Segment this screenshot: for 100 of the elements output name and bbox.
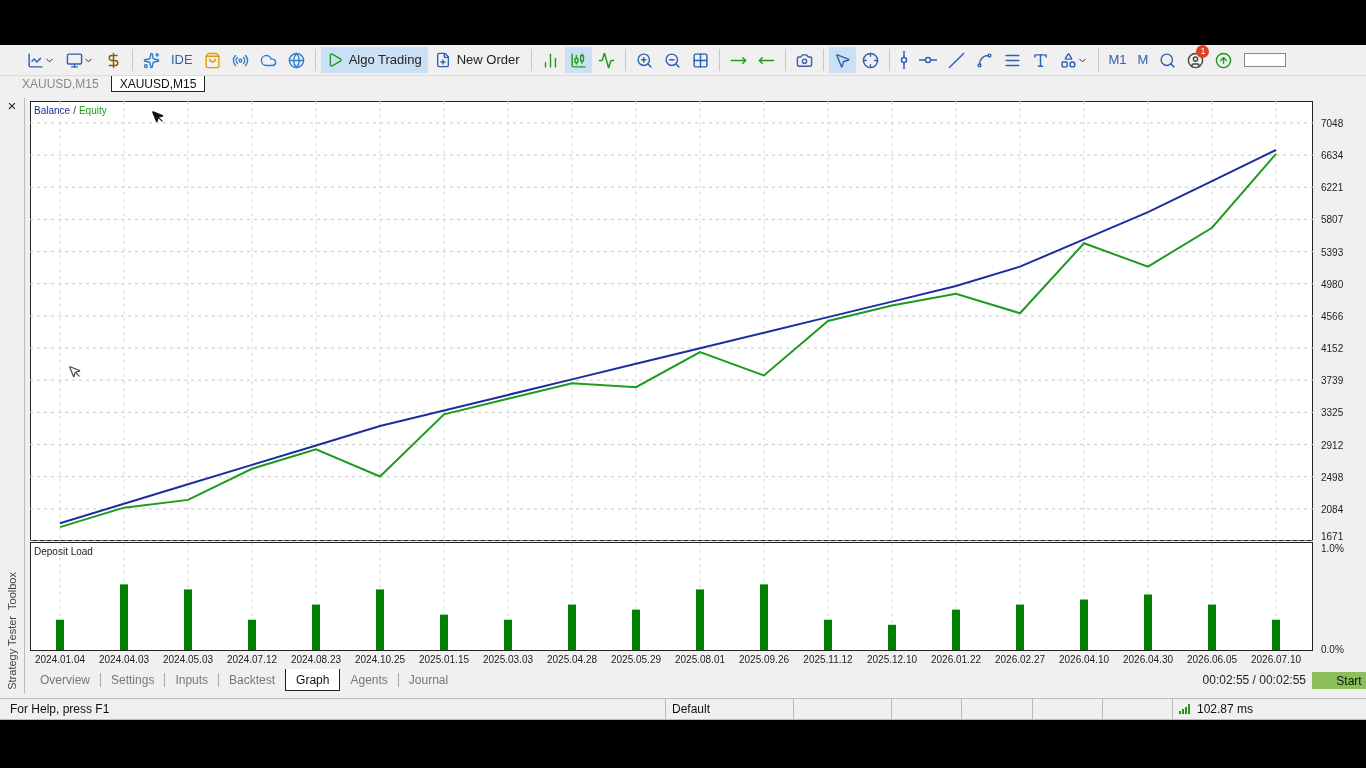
axis-label: 5393	[1321, 246, 1344, 258]
profile-name: Default	[665, 699, 793, 719]
load-bar	[888, 624, 896, 650]
load-bar	[1208, 604, 1216, 650]
axis-label: 2025.01.15	[418, 654, 470, 665]
axis-label: 1671	[1321, 531, 1344, 541]
panel-tab[interactable]: Toolbox	[3, 572, 21, 611]
toolbar-button[interactable]: Algo Trading	[320, 47, 428, 73]
axis-label: 2026.02.27	[994, 654, 1046, 665]
load-bar	[1016, 604, 1024, 650]
load-bar	[376, 589, 384, 650]
globe-icon	[287, 51, 305, 69]
axis-label: 2026.06.05	[1186, 654, 1238, 665]
start-button[interactable]: Start	[1312, 671, 1366, 689]
tester-tab[interactable]: Journal	[398, 669, 459, 691]
load-bar	[568, 604, 576, 650]
toolbar-button[interactable]	[828, 47, 856, 73]
axis-label: 1.0%	[1321, 542, 1344, 554]
axis-label: 4152	[1321, 343, 1344, 355]
camera-icon	[795, 51, 813, 69]
chart-title: Deposit Load	[34, 545, 93, 559]
axis-label: 2025.03.03	[482, 654, 534, 665]
help-text: For Help, press F1	[9, 701, 111, 718]
line-wave-icon	[597, 51, 615, 69]
axis-label: 6634	[1321, 150, 1344, 162]
timeframe-button[interactable]: M	[1132, 47, 1154, 73]
axis-label: 5807	[1321, 214, 1344, 226]
chart-tab[interactable]: XAUUSD,M15	[14, 76, 107, 92]
axis-label: 2084	[1321, 503, 1344, 515]
legend-separator: /	[73, 104, 76, 118]
axis-label: 2025.04.28	[546, 654, 598, 665]
text-icon	[1031, 51, 1049, 69]
load-bar	[1144, 594, 1152, 650]
zoom-out-icon	[663, 51, 681, 69]
tester-tab[interactable]: Overview	[30, 669, 100, 691]
axis-label: 2912	[1321, 439, 1344, 451]
chart-tab[interactable]: XAUUSD,M15	[110, 76, 206, 92]
tester-tab[interactable]: Agents	[340, 669, 398, 691]
axis-label: 2024.10.25	[354, 654, 406, 665]
grid-icon	[691, 51, 709, 69]
axis-label: 2024.04.03	[98, 654, 150, 665]
document-plus-icon	[434, 52, 451, 68]
axis-label: 4566	[1321, 310, 1344, 322]
axis-label: 2026.01.22	[930, 654, 982, 665]
load-bar	[248, 619, 256, 650]
axis-label: 2024.08.23	[290, 654, 342, 665]
load-bar	[760, 584, 768, 650]
crosshair-icon	[861, 51, 879, 69]
search-icon	[1159, 51, 1177, 69]
load-bar	[120, 584, 128, 650]
panel-tab[interactable]: Strategy Tester	[3, 616, 21, 690]
toolbar-button[interactable]: New Order	[428, 47, 526, 73]
zoom-in-icon	[635, 51, 653, 69]
tester-tab[interactable]: Backtest	[219, 669, 286, 691]
axis-label: 2024.07.12	[226, 654, 278, 665]
axis-label: 2025.08.01	[674, 654, 726, 665]
load-bar	[312, 604, 320, 650]
axis-label: 3325	[1321, 407, 1344, 419]
timeframe-button[interactable]: IDE	[166, 47, 198, 73]
axis-label: 7048	[1321, 117, 1344, 129]
load-bar	[1080, 599, 1088, 650]
elapsed-time: 00:02:55 / 00:02:55	[1202, 672, 1306, 689]
axis-label: 2026.07.10	[1250, 654, 1302, 665]
axis-label: 2025.05.29	[610, 654, 662, 665]
axis-label: 2024.05.03	[162, 654, 214, 665]
sparkle-icon	[143, 51, 160, 69]
axis-label: 6221	[1321, 182, 1344, 194]
load-bar	[1272, 619, 1280, 650]
load-bar	[952, 609, 960, 650]
load-bar	[184, 589, 192, 650]
tester-tab[interactable]: Graph	[285, 669, 341, 691]
timeframe-button[interactable]: M1	[1103, 47, 1132, 73]
legend-label: Balance	[34, 104, 71, 118]
input-field[interactable]	[1244, 53, 1287, 67]
signal-bars-icon	[1179, 704, 1191, 714]
axis-label: 2498	[1321, 471, 1344, 483]
load-bar	[440, 614, 448, 650]
load-bar	[56, 619, 64, 650]
tester-tab[interactable]: Inputs	[165, 669, 219, 691]
toolbar-button[interactable]	[564, 47, 592, 73]
load-bar	[696, 589, 704, 650]
line-chart-icon	[27, 51, 44, 69]
toolbar-button[interactable]: 1	[1182, 47, 1210, 73]
ping-time: 102.87 ms	[1197, 701, 1254, 718]
level-up-icon	[1215, 51, 1233, 69]
bag-icon	[203, 51, 221, 69]
axis-label: 2024.01.04	[34, 654, 86, 665]
axis-label: 2026.04.10	[1058, 654, 1110, 665]
close-button[interactable]: ×	[7, 98, 17, 113]
horizontal-line-icon	[918, 56, 937, 64]
axis-label: 2026.04.30	[1122, 654, 1174, 665]
vertical-line-icon	[899, 51, 908, 69]
axis-label: 2025.11.12	[803, 654, 853, 665]
axis-label: 3739	[1321, 375, 1344, 387]
legend-label: Equity	[78, 104, 107, 118]
trend-line-icon	[947, 51, 965, 69]
mouse-pointer-icon	[151, 110, 165, 124]
tester-tab[interactable]: Settings	[101, 669, 165, 691]
cursor-icon	[833, 51, 851, 69]
mouse-pointer-icon	[68, 365, 82, 379]
